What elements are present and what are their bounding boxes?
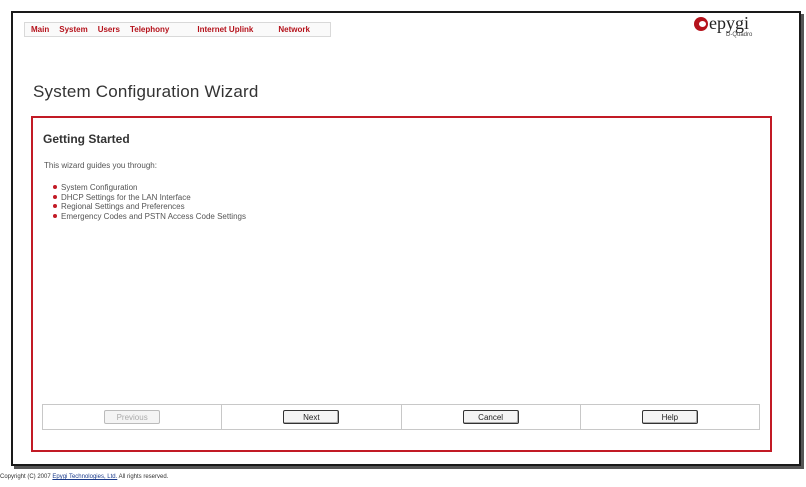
step-label: DHCP Settings for the LAN Interface: [61, 192, 191, 202]
menu-item-users[interactable]: Users: [98, 25, 120, 34]
list-item: DHCP Settings for the LAN Interface: [53, 193, 246, 203]
button-cell: Cancel: [402, 405, 581, 429]
menu-item-network[interactable]: Network: [278, 25, 310, 34]
epygi-logo: epygi D-Quadro: [694, 13, 758, 44]
button-cell: Next: [222, 405, 402, 429]
panel-title: Getting Started: [43, 132, 130, 146]
wizard-intro: This wizard guides you through:: [44, 161, 157, 170]
list-item: Regional Settings and Preferences: [53, 202, 246, 212]
previous-button: Previous: [104, 410, 161, 424]
copyright-prefix: Copyright (C) 2007: [0, 474, 51, 480]
copyright-footer: Copyright (C) 2007 Epygi Technologies, L…: [0, 474, 168, 480]
logo-brand: epygi: [709, 13, 749, 33]
copyright-suffix: All rights reserved.: [118, 474, 169, 480]
menu-item-system[interactable]: System: [59, 25, 87, 34]
next-button[interactable]: Next: [283, 410, 340, 424]
button-cell: Help: [581, 405, 759, 429]
menu-item-telephony[interactable]: Telephony: [130, 25, 169, 34]
cancel-button[interactable]: Cancel: [462, 410, 519, 424]
wizard-panel: Getting Started This wizard guides you t…: [31, 116, 772, 452]
bullet-icon: [53, 185, 57, 189]
step-label: Regional Settings and Preferences: [61, 202, 185, 211]
list-item: System Configuration: [53, 183, 246, 193]
bullet-icon: [53, 194, 57, 199]
company-link[interactable]: Epygi Technologies, Ltd.: [52, 474, 117, 480]
wizard-steps-list: System Configuration DHCP Settings for t…: [53, 183, 246, 221]
step-label: Emergency Codes and PSTN Access Code Set…: [61, 211, 246, 221]
bullet-icon: [53, 213, 57, 218]
wizard-button-bar: Previous Next Cancel Help: [42, 404, 760, 430]
step-label: System Configuration: [61, 183, 138, 192]
logo-product: D-Quadro: [726, 32, 753, 38]
button-cell: Previous: [43, 405, 223, 429]
menu-item-main[interactable]: Main: [31, 25, 49, 34]
bullet-icon: [53, 204, 57, 208]
help-button[interactable]: Help: [641, 410, 698, 424]
menu-item-internet-uplink[interactable]: Internet Uplink: [197, 25, 253, 34]
epygi-logo-icon: [694, 17, 708, 31]
page-title: System Configuration Wizard: [33, 82, 259, 101]
main-menu: Main System Users Telephony Internet Upl…: [24, 22, 331, 37]
list-item: Emergency Codes and PSTN Access Code Set…: [53, 212, 246, 222]
